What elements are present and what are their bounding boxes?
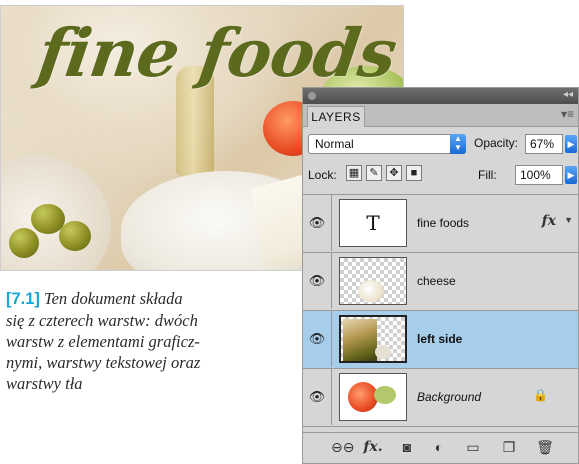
blend-mode-value: Normal — [315, 137, 354, 151]
layer-thumbnail[interactable] — [339, 373, 407, 421]
fill-label: Fill: — [478, 168, 497, 182]
lock-image-pixels-icon[interactable]: ✎ — [366, 165, 382, 181]
panel-tab-bar: LAYERS ▾≡ — [303, 104, 578, 127]
new-group-icon[interactable]: ▭ — [463, 439, 483, 456]
eye-icon[interactable]: 👁 — [303, 311, 332, 367]
fx-icon[interactable]: fx. — [363, 439, 383, 455]
layer-name[interactable]: left side — [417, 332, 462, 346]
opacity-slider-toggle[interactable]: ▶ — [565, 135, 577, 153]
chevron-down-icon[interactable]: ▼ — [564, 215, 573, 225]
olive — [9, 228, 39, 258]
layer-row-fine-foods[interactable]: 👁 T fine foods fx ▼ — [303, 195, 578, 253]
lock-fill-row: Lock: ▦ ✎ ✥ ■ Fill: 100% ▶ — [308, 165, 577, 187]
layer-row-background[interactable]: 👁 Background 🔒 — [303, 369, 578, 427]
layer-list: 👁 T fine foods fx ▼ 👁 cheese 👁 left side — [303, 194, 578, 427]
layer-row-cheese[interactable]: 👁 cheese — [303, 253, 578, 311]
opacity-field[interactable]: 67% — [525, 134, 563, 154]
background-thumb-art — [374, 386, 396, 404]
eye-icon[interactable]: 👁 — [303, 253, 332, 309]
lock-icon: 🔒 — [533, 388, 548, 402]
image-title-text: fine foods — [33, 14, 401, 92]
caption-line: nymi, warstwy tekstowej oraz — [6, 353, 201, 372]
figure-caption: [7.1] Ten dokument składa się z czterech … — [6, 288, 276, 394]
link-layers-icon[interactable]: ⊖⊖ — [331, 439, 354, 456]
olive — [59, 221, 91, 251]
blend-mode-select[interactable]: Normal ▲ ▼ — [308, 134, 466, 154]
lock-label: Lock: — [308, 168, 337, 182]
fill-field[interactable]: 100% — [515, 165, 563, 185]
updown-arrows-icon: ▲ ▼ — [450, 134, 466, 154]
cheese-thumb-art — [358, 280, 384, 302]
lock-all-icon[interactable]: ■ — [406, 165, 422, 181]
panel-menu-icon[interactable]: ▾≡ — [561, 107, 574, 121]
add-mask-icon[interactable]: ◙ — [397, 439, 417, 455]
collapse-icon[interactable]: ◂◂ — [563, 89, 573, 100]
caption-line: się z czterech warstw: dwóch — [6, 311, 198, 330]
panel-titlebar[interactable]: ◂◂ — [303, 88, 578, 104]
layer-name[interactable]: fine foods — [417, 216, 469, 230]
layer-thumbnail[interactable] — [339, 315, 407, 363]
lock-transparency-icon[interactable]: ▦ — [346, 165, 362, 181]
caption-line: warstw z elementami graficz- — [6, 332, 200, 351]
lock-position-icon[interactable]: ✥ — [386, 165, 402, 181]
eye-icon[interactable]: 👁 — [303, 195, 332, 251]
fill-slider-toggle[interactable]: ▶ — [565, 166, 577, 184]
opacity-label: Opacity: — [474, 136, 519, 150]
layer-name[interactable]: cheese — [417, 274, 456, 288]
eye-icon[interactable]: 👁 — [303, 369, 332, 425]
close-icon[interactable] — [308, 92, 316, 100]
layers-panel: ◂◂ LAYERS ▾≡ Normal ▲ ▼ Opacity: 67% ▶ Lo… — [302, 87, 579, 464]
left-side-thumb-art — [343, 319, 377, 361]
layer-thumbnail[interactable]: T — [339, 199, 407, 247]
left-side-thumb-art — [375, 345, 391, 359]
layer-row-left-side[interactable]: 👁 left side — [303, 311, 578, 369]
caption-line: Ten dokument składa — [43, 289, 183, 308]
layer-name[interactable]: Background — [417, 390, 481, 404]
caption-number: [7.1] — [6, 290, 40, 308]
trash-icon[interactable]: 🗑 — [535, 439, 555, 456]
new-layer-icon[interactable]: ❐ — [499, 439, 519, 456]
text-layer-glyph: T — [366, 211, 380, 235]
tab-layers[interactable]: LAYERS — [307, 106, 365, 127]
panel-footer: ⊖⊖ fx. ◙ ◐ ▭ ❐ 🗑 — [303, 432, 578, 463]
layer-thumbnail[interactable] — [339, 257, 407, 305]
blend-opacity-row: Normal ▲ ▼ Opacity: 67% ▶ — [308, 134, 577, 156]
adjustment-layer-icon[interactable]: ◐ — [429, 439, 449, 455]
fx-icon[interactable]: fx — [542, 213, 556, 229]
caption-line: warstwy tła — [6, 374, 83, 393]
